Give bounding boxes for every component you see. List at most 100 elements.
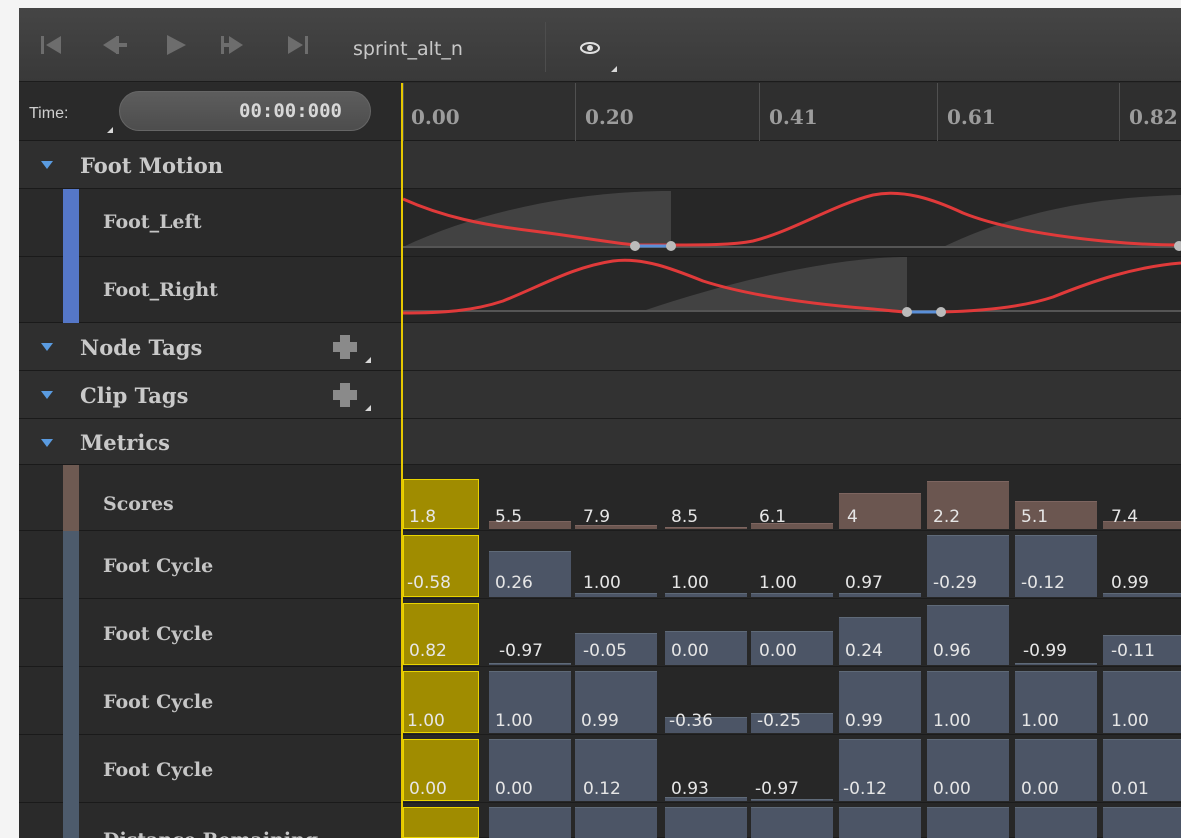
metric-cell[interactable] <box>665 527 747 529</box>
ruler-tick <box>403 83 404 141</box>
metric-value: 0.01 <box>1111 779 1149 799</box>
lane-foot-cycle-3[interactable]: 1.00 1.00 0.99 -0.36 -0.25 0.99 1.00 1.0… <box>403 667 1181 735</box>
ruler-tick <box>937 83 938 141</box>
metric-value: 0.00 <box>759 641 797 661</box>
playhead-cursor[interactable] <box>401 83 403 838</box>
track-distance-remaining[interactable]: Distance Remaining <box>19 803 401 838</box>
go-to-end-icon[interactable] <box>283 30 313 60</box>
lane-foot-cycle-1[interactable]: -0.58 0.26 1.00 1.00 1.00 0.97 -0.29 -0.… <box>403 531 1181 599</box>
metric-value: -0.29 <box>933 573 977 593</box>
go-to-start-icon[interactable] <box>37 30 67 60</box>
track-scores[interactable]: Scores <box>19 465 401 531</box>
track-label: Foot Cycle <box>103 623 214 645</box>
group-metrics[interactable]: Metrics <box>19 419 401 465</box>
metric-value: 8.5 <box>671 507 699 527</box>
expand-arrow-icon[interactable] <box>41 161 53 169</box>
time-dropdown-corner-icon[interactable] <box>107 127 113 133</box>
lane-clip-tags[interactable] <box>403 371 1181 419</box>
group-foot-motion[interactable]: Foot Motion <box>19 141 401 189</box>
clip-name[interactable]: sprint_alt_n <box>353 38 463 60</box>
metric-value: 0.93 <box>671 779 709 799</box>
metric-cell[interactable] <box>1103 593 1181 597</box>
metric-cell[interactable] <box>1015 663 1097 665</box>
metric-cell[interactable] <box>751 799 833 801</box>
group-label: Foot Motion <box>80 153 223 178</box>
foot-left-curve <box>403 191 1181 251</box>
metric-value: 1.00 <box>671 573 709 593</box>
metric-cell[interactable] <box>665 807 747 838</box>
metric-cell[interactable] <box>489 807 571 838</box>
animation-editor: sprint_alt_n Time: 00:00:000 Foot Motion… <box>19 8 1181 838</box>
track-foot-cycle[interactable]: Foot Cycle <box>19 531 401 599</box>
lane-node-tags[interactable] <box>403 323 1181 371</box>
track-color-stripe <box>63 257 79 323</box>
metric-value: 0.12 <box>583 779 621 799</box>
metric-cell[interactable] <box>575 593 657 597</box>
lane-foot-left[interactable] <box>403 189 1181 257</box>
step-forward-icon[interactable] <box>217 30 247 60</box>
lane-foot-cycle-2[interactable]: 0.82 -0.97 -0.05 0.00 0.00 0.24 0.96 -0.… <box>403 599 1181 667</box>
metric-cell[interactable] <box>575 807 657 838</box>
eye-icon[interactable] <box>569 36 617 74</box>
metric-value: -0.05 <box>583 641 627 661</box>
metric-value: 1.00 <box>759 573 797 593</box>
track-color-stripe <box>63 667 79 735</box>
track-label: Distance Remaining <box>103 829 318 838</box>
step-back-icon[interactable] <box>99 30 129 60</box>
metric-cell[interactable] <box>403 807 479 838</box>
ruler-tick-label: 0.20 <box>585 105 634 129</box>
add-tag-icon[interactable] <box>331 333 359 361</box>
metric-value: 0.00 <box>671 641 709 661</box>
dropdown-corner-icon[interactable] <box>365 357 371 363</box>
metric-value: 1.00 <box>583 573 621 593</box>
lane-scores[interactable]: 1.8 5.5 7.9 8.5 6.1 4 2.2 5.1 7.4 <box>403 465 1181 531</box>
metric-value: 0.96 <box>933 641 971 661</box>
metric-value: 2.2 <box>933 507 961 527</box>
time-field[interactable]: 00:00:000 <box>119 91 371 131</box>
metric-value: -0.12 <box>1021 573 1065 593</box>
metric-cell[interactable] <box>927 807 1009 838</box>
time-value[interactable]: 00:00:000 <box>239 100 342 122</box>
dropdown-corner-icon[interactable] <box>365 405 371 411</box>
lane-foot-right[interactable] <box>403 257 1181 323</box>
group-label: Clip Tags <box>80 383 189 408</box>
play-icon[interactable] <box>161 30 191 60</box>
metric-cell[interactable] <box>489 663 571 665</box>
track-color-stripe <box>63 465 79 531</box>
add-tag-icon[interactable] <box>331 381 359 409</box>
expand-arrow-icon[interactable] <box>41 439 53 447</box>
toolbar: sprint_alt_n <box>19 8 1181 82</box>
metric-cell[interactable] <box>839 807 921 838</box>
track-label: Foot Cycle <box>103 555 214 577</box>
metric-cell[interactable] <box>751 807 833 838</box>
metric-value: 1.00 <box>407 711 445 731</box>
track-color-stripe <box>63 531 79 599</box>
group-clip-tags[interactable]: Clip Tags <box>19 371 401 419</box>
lane-distance-remaining[interactable] <box>403 803 1181 838</box>
lane-foot-cycle-4[interactable]: 0.00 0.00 0.12 0.93 -0.97 -0.12 0.00 0.0… <box>403 735 1181 803</box>
track-foot-cycle[interactable]: Foot Cycle <box>19 667 401 735</box>
track-foot-right[interactable]: Foot_Right <box>19 257 401 323</box>
ruler-tick <box>1119 83 1120 141</box>
metric-cell[interactable] <box>665 593 747 597</box>
metric-cell[interactable] <box>1103 807 1181 838</box>
expand-arrow-icon[interactable] <box>41 391 53 399</box>
metric-value: 0.99 <box>845 711 883 731</box>
metric-value: 0.82 <box>409 641 447 661</box>
metric-cell[interactable] <box>839 593 921 597</box>
metric-cell[interactable] <box>1015 807 1097 838</box>
metric-value: 0.24 <box>845 641 883 661</box>
track-foot-left[interactable]: Foot_Left <box>19 189 401 257</box>
track-label: Foot_Left <box>103 211 202 233</box>
metric-value: -0.97 <box>499 641 543 661</box>
time-ruler[interactable]: 0.00 0.20 0.41 0.61 0.82 <box>403 83 1181 141</box>
track-foot-cycle[interactable]: Foot Cycle <box>19 599 401 667</box>
expand-arrow-icon[interactable] <box>41 343 53 351</box>
track-tree-panel: Time: 00:00:000 Foot Motion Foot_Left Fo… <box>19 83 401 838</box>
metric-cell[interactable] <box>751 593 833 597</box>
track-foot-cycle[interactable]: Foot Cycle <box>19 735 401 803</box>
group-node-tags[interactable]: Node Tags <box>19 323 401 371</box>
metric-value: 1.8 <box>409 507 437 527</box>
metric-value: 0.00 <box>495 779 533 799</box>
track-color-stripe <box>63 803 79 838</box>
